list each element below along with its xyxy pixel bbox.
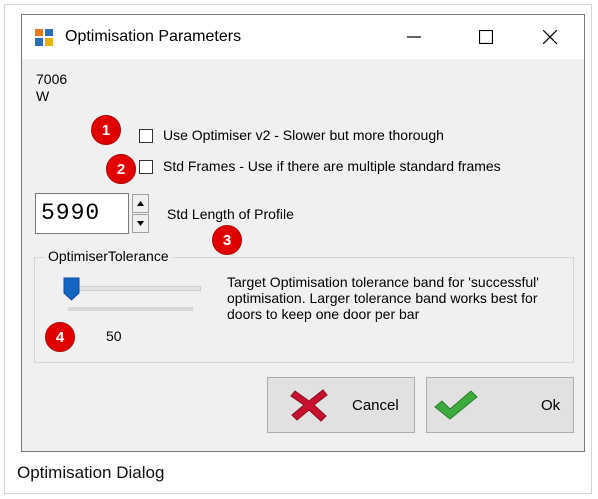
- tolerance-group-title: OptimiserTolerance: [44, 248, 173, 264]
- annotation-badge-4: 4: [45, 322, 75, 352]
- ok-button[interactable]: Ok: [426, 377, 574, 433]
- tolerance-description: Target Optimisation tolerance band for '…: [227, 274, 539, 322]
- annotation-badge-1: 1: [91, 115, 121, 145]
- tolerance-slider-track[interactable]: [68, 286, 201, 291]
- figure-caption: Optimisation Dialog: [17, 463, 165, 482]
- tolerance-slider-thumb[interactable]: [63, 277, 80, 301]
- optimiser-v2-label[interactable]: Use Optimiser v2 - Slower but more thoro…: [163, 127, 444, 143]
- slider-thumb-icon: [63, 277, 80, 301]
- std-frames-label[interactable]: Std Frames - Use if there are multiple s…: [163, 158, 501, 174]
- maximize-icon: [479, 30, 493, 44]
- minimize-button[interactable]: [391, 15, 437, 59]
- profile-code-line1: 7006: [36, 71, 68, 87]
- annotation-badge-3: 3: [212, 225, 242, 255]
- window-title: Optimisation Parameters: [65, 28, 242, 45]
- spin-up-button[interactable]: [132, 194, 149, 213]
- profile-code-line2: W: [36, 88, 50, 104]
- tolerance-slider-ticks: [68, 307, 193, 311]
- spin-down-icon: [137, 221, 144, 226]
- spin-up-icon: [137, 201, 144, 206]
- close-button[interactable]: [527, 15, 573, 59]
- spin-down-button[interactable]: [132, 214, 149, 233]
- minimize-icon: [407, 36, 421, 38]
- optimisation-dialog: Optimisation Parameters 7006 W 1 Use Opt…: [21, 14, 585, 452]
- ok-label: Ok: [541, 397, 561, 414]
- annotation-badge-2: 2: [106, 154, 136, 184]
- std-frames-checkbox[interactable]: [139, 160, 153, 174]
- std-length-label: Std Length of Profile: [167, 206, 294, 222]
- close-icon: [543, 30, 557, 44]
- app-grid-icon: [35, 29, 53, 46]
- cancel-label: Cancel: [352, 397, 399, 414]
- maximize-button[interactable]: [463, 15, 509, 59]
- optimiser-v2-checkbox[interactable]: [139, 129, 153, 143]
- green-check-icon: [434, 390, 478, 420]
- title-bar[interactable]: Optimisation Parameters: [22, 15, 584, 59]
- profile-code: 7006 W: [36, 71, 67, 105]
- red-x-icon: [290, 389, 328, 422]
- cancel-button[interactable]: Cancel: [267, 377, 415, 433]
- tolerance-value: 50: [106, 328, 122, 344]
- std-length-input[interactable]: 5990: [35, 193, 129, 234]
